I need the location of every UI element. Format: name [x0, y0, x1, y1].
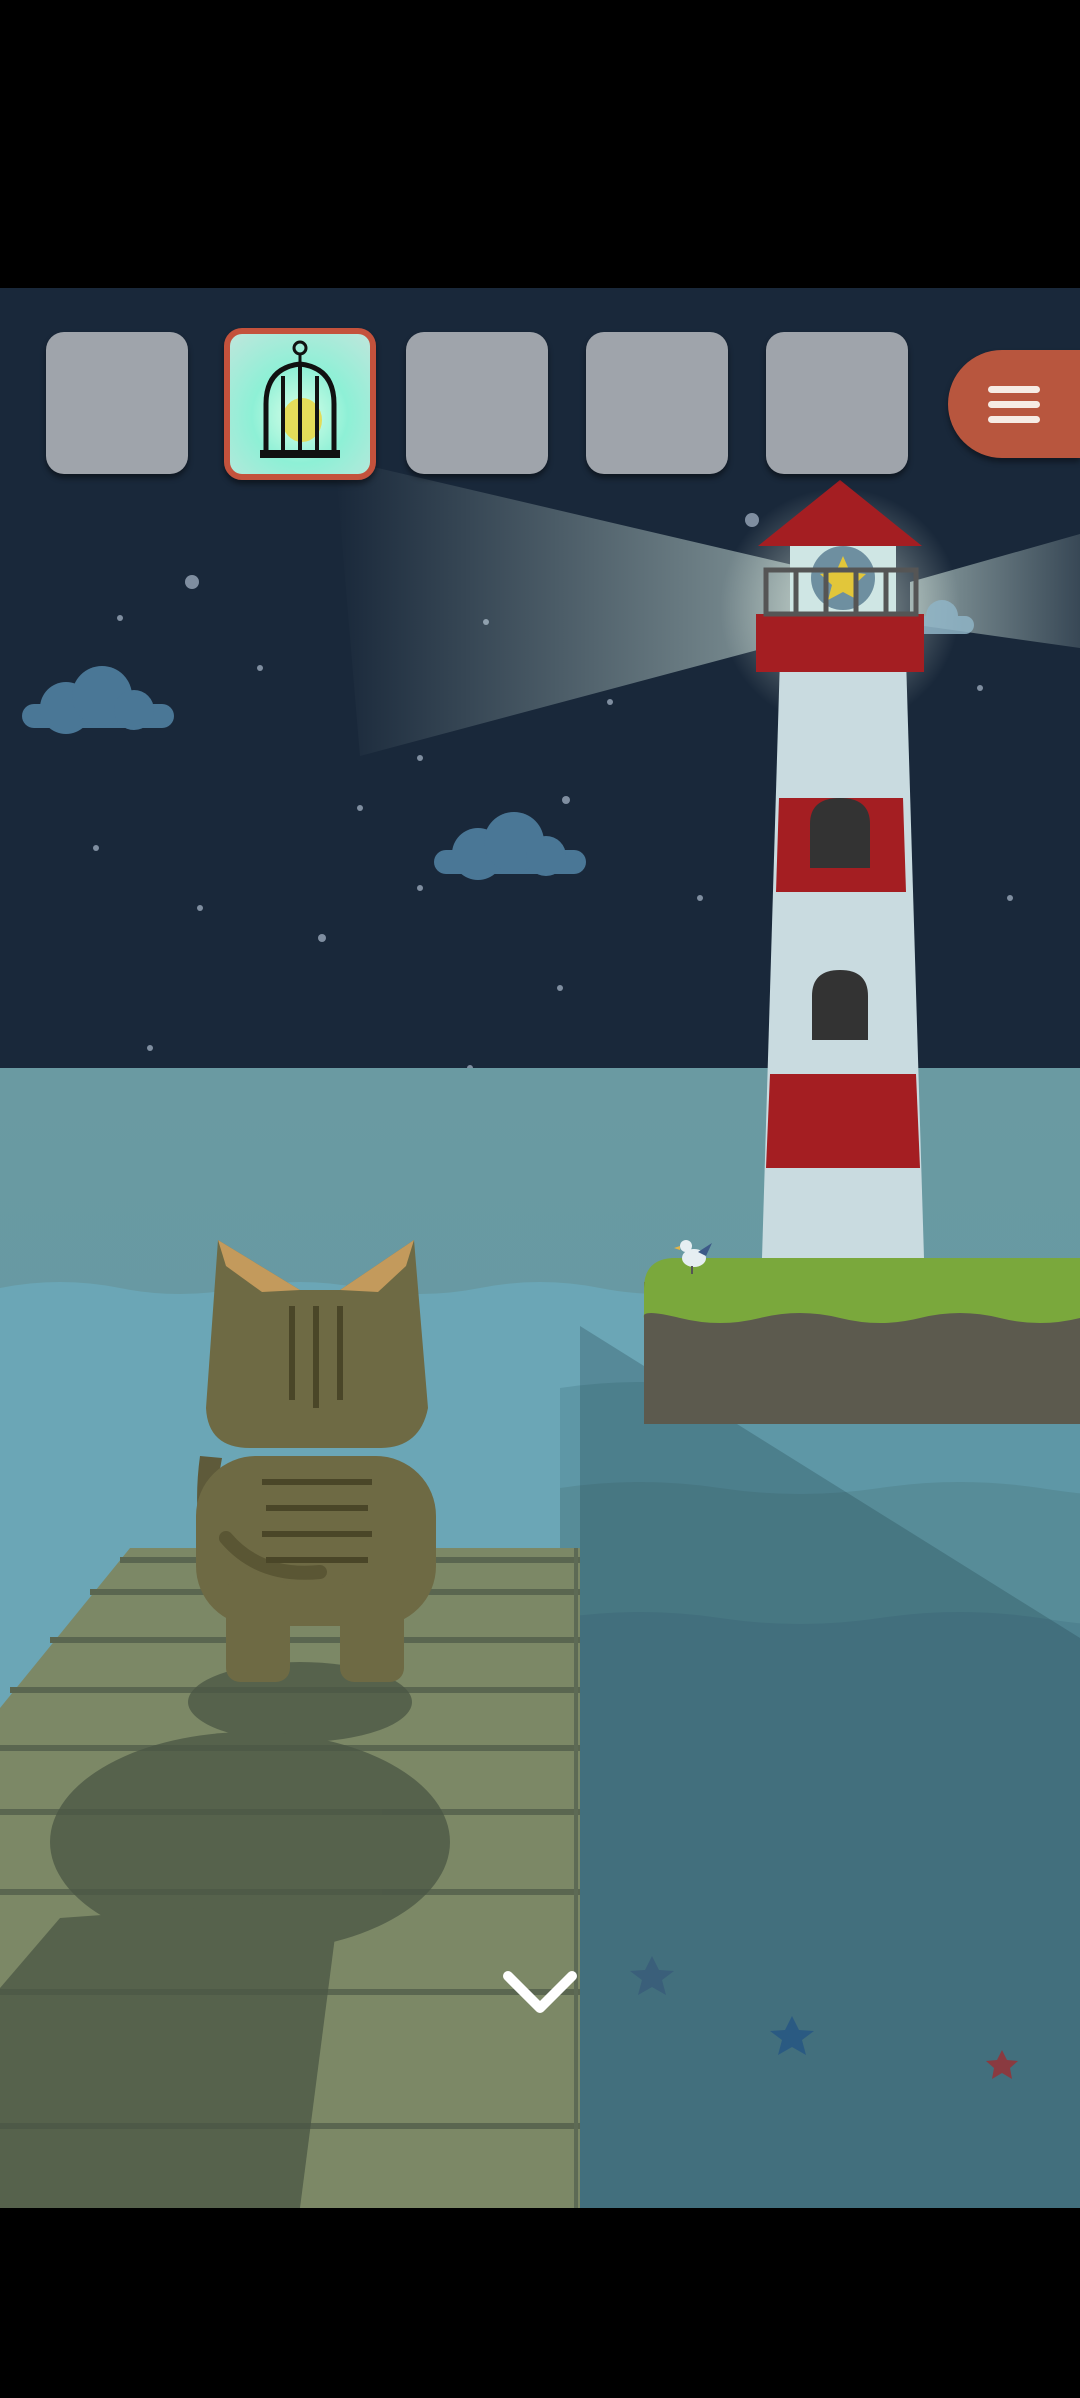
scene-artwork: [0, 288, 1080, 2208]
island: [643, 1258, 1080, 1424]
inventory-slot-5[interactable]: [766, 332, 908, 474]
inventory-slot-4[interactable]: [586, 332, 728, 474]
birdcage-lantern-icon: [260, 340, 340, 458]
inventory-slot-1[interactable]: [46, 332, 188, 474]
inventory-slot-2[interactable]: [224, 328, 376, 480]
menu-button[interactable]: [948, 350, 1080, 458]
navigate-back-button[interactable]: [500, 1962, 580, 2022]
game-scene: [0, 288, 1080, 2208]
chevron-down-icon: [503, 1971, 577, 2013]
inventory-slot-3[interactable]: [406, 332, 548, 474]
